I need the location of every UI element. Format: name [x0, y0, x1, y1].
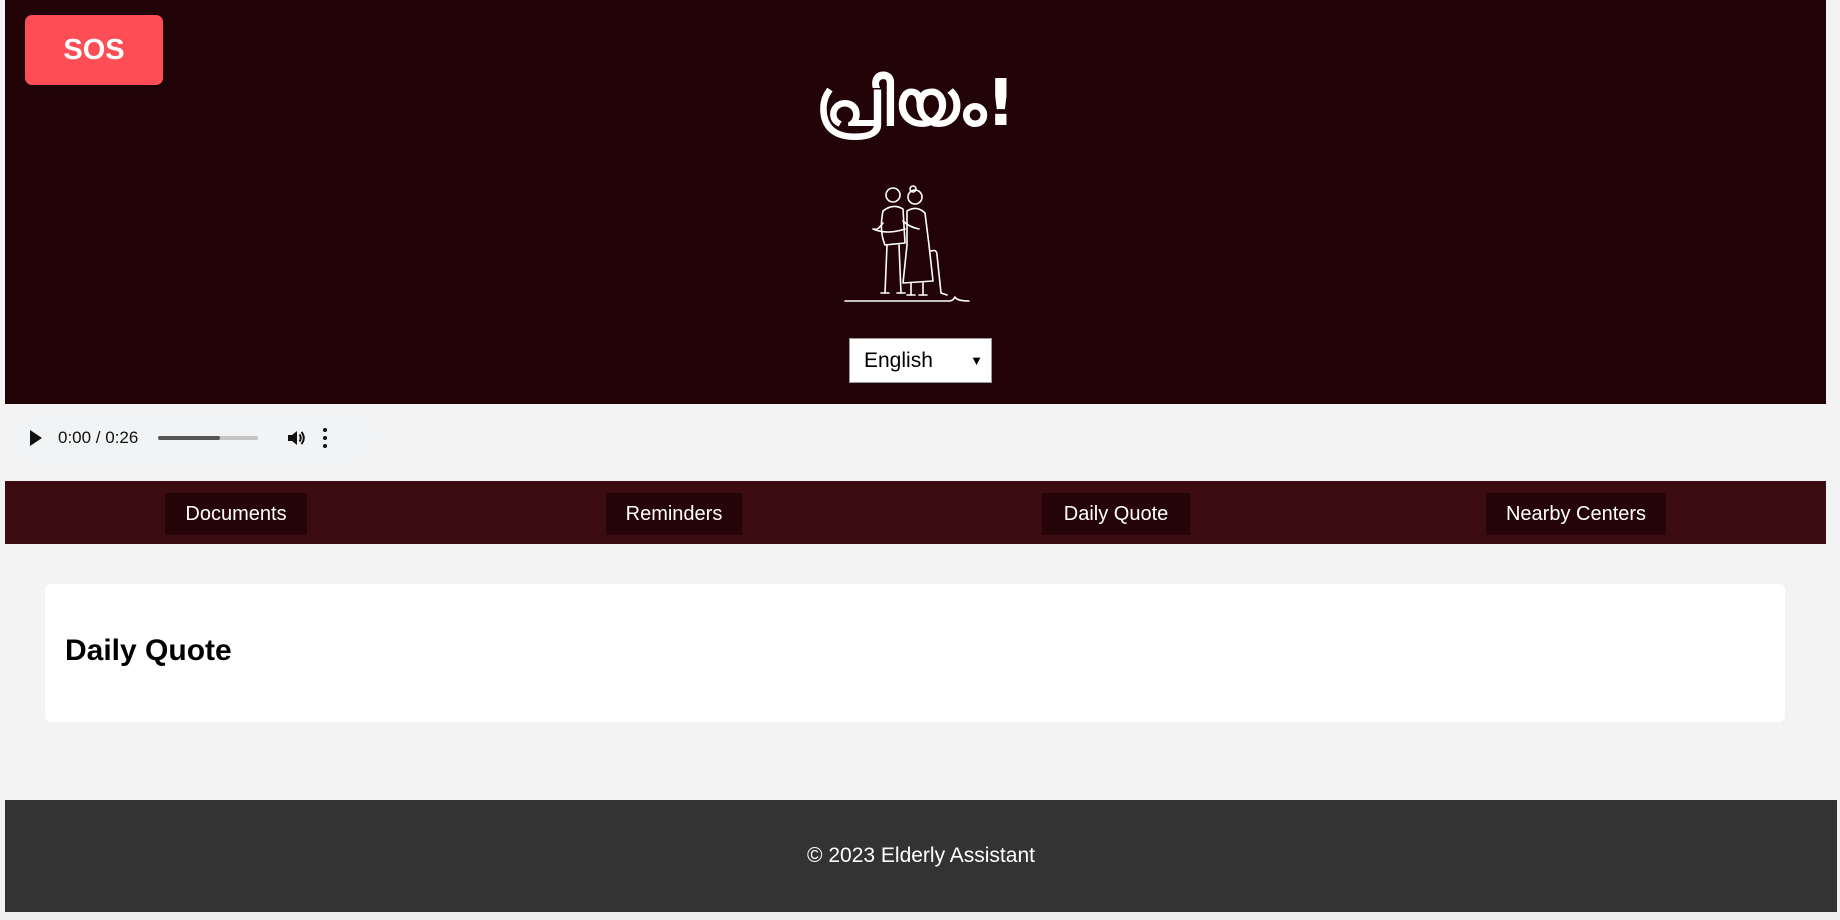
more-options-icon[interactable] [322, 428, 328, 448]
bottom-edge [0, 912, 1840, 920]
nav-item-reminders[interactable]: Reminders [606, 493, 742, 535]
footer: © 2023 Elderly Assistant [5, 800, 1837, 912]
header: SOS പ്രിയം! English ▼ [5, 0, 1826, 404]
audio-player: 0:00 / 0:26 [12, 413, 382, 463]
audio-progress-fill [158, 436, 221, 440]
audio-time: 0:00 / 0:26 [58, 428, 139, 447]
chevron-down-icon: ▼ [970, 353, 983, 368]
app-title: പ്രിയം! [815, 67, 1016, 141]
daily-quote-card: Daily Quote [45, 584, 1785, 722]
nav-item-documents[interactable]: Documents [165, 493, 307, 535]
nav-bar: Documents Reminders Daily Quote Nearby C… [5, 481, 1826, 544]
language-select[interactable]: English ▼ [849, 338, 992, 383]
nav-item-nearby-centers[interactable]: Nearby Centers [1486, 493, 1666, 535]
language-select-value: English [864, 348, 933, 372]
volume-icon[interactable] [286, 428, 306, 448]
audio-progress-bar[interactable] [158, 436, 259, 440]
card-heading: Daily Quote [65, 634, 232, 667]
elderly-couple-icon [844, 185, 970, 302]
nav-item-daily-quote[interactable]: Daily Quote [1042, 493, 1190, 535]
play-icon[interactable] [30, 430, 42, 446]
footer-text: © 2023 Elderly Assistant [807, 844, 1035, 867]
